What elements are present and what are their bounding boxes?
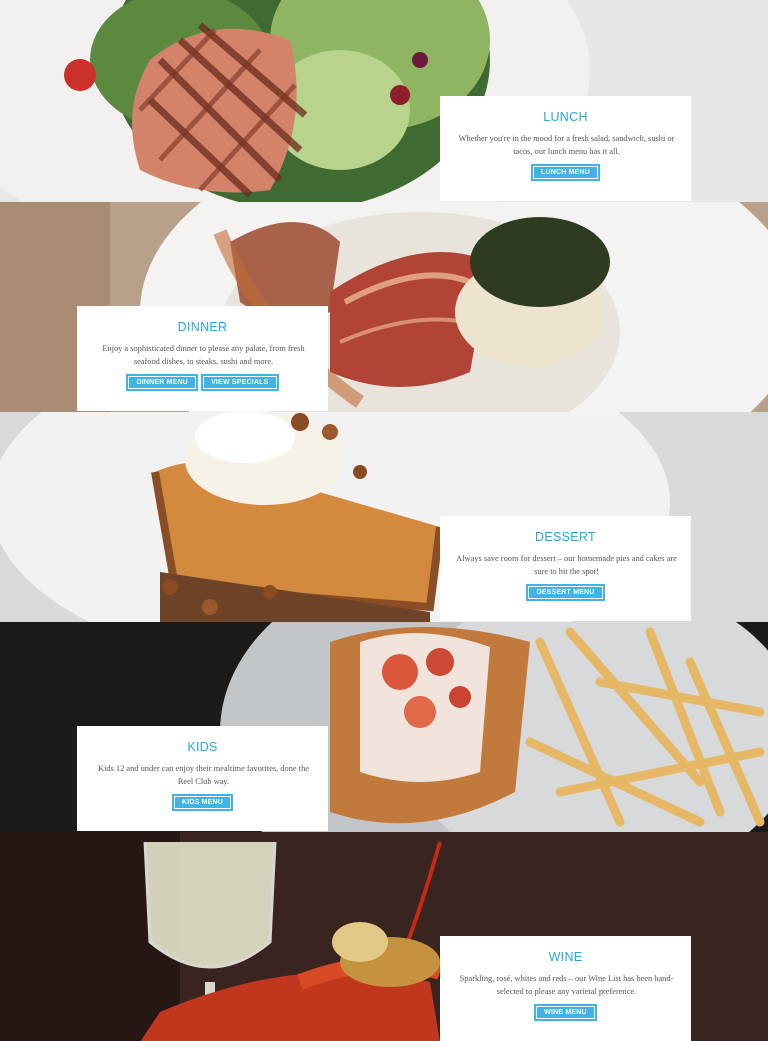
dessert-title: DESSERT — [535, 530, 596, 544]
dessert-card: DESSERT Always save room for dessert – o… — [440, 516, 691, 621]
menu-sections-page: LUNCH Whether you're in the mood for a f… — [0, 0, 768, 1041]
wine-menu-button[interactable]: WINE MENU — [534, 1004, 597, 1021]
lunch-menu-button[interactable]: LUNCH MENU — [530, 164, 601, 181]
wine-card: WINE Sparkling, rosé, whites and reds – … — [440, 936, 691, 1041]
lunch-card: LUNCH Whether you're in the mood for a f… — [440, 96, 691, 201]
dinner-menu-button[interactable]: DINNER MENU — [126, 374, 199, 391]
view-specials-button[interactable]: VIEW SPECIALS — [201, 374, 279, 391]
wine-title: WINE — [548, 950, 583, 964]
kids-section: KIDS Kids 12 and under can enjoy their m… — [0, 622, 768, 832]
lunch-description: Whether you're in the mood for a fresh s… — [458, 134, 675, 156]
kids-menu-button[interactable]: KIDS MENU — [171, 794, 234, 811]
kids-description: Kids 12 and under can enjoy their mealti… — [98, 764, 309, 786]
dinner-section: DINNER Enjoy a sophisticated dinner to p… — [0, 202, 768, 412]
dinner-title: DINNER — [177, 320, 228, 334]
dessert-section: DESSERT Always save room for dessert – o… — [0, 412, 768, 622]
dessert-menu-button[interactable]: DESSERT MENU — [526, 584, 605, 601]
wine-description: Sparkling, rosé, whites and reds – our W… — [459, 974, 674, 996]
lunch-section: LUNCH Whether you're in the mood for a f… — [0, 0, 768, 210]
dinner-description: Enjoy a sophisticated dinner to please a… — [102, 344, 305, 366]
dinner-card: DINNER Enjoy a sophisticated dinner to p… — [77, 306, 328, 411]
lunch-title: LUNCH — [543, 110, 588, 124]
dessert-description: Always save room for dessert – our homem… — [456, 554, 677, 576]
kids-card: KIDS Kids 12 and under can enjoy their m… — [77, 726, 328, 831]
wine-section: WINE Sparkling, rosé, whites and reds – … — [0, 832, 768, 1041]
kids-title: KIDS — [187, 740, 218, 754]
